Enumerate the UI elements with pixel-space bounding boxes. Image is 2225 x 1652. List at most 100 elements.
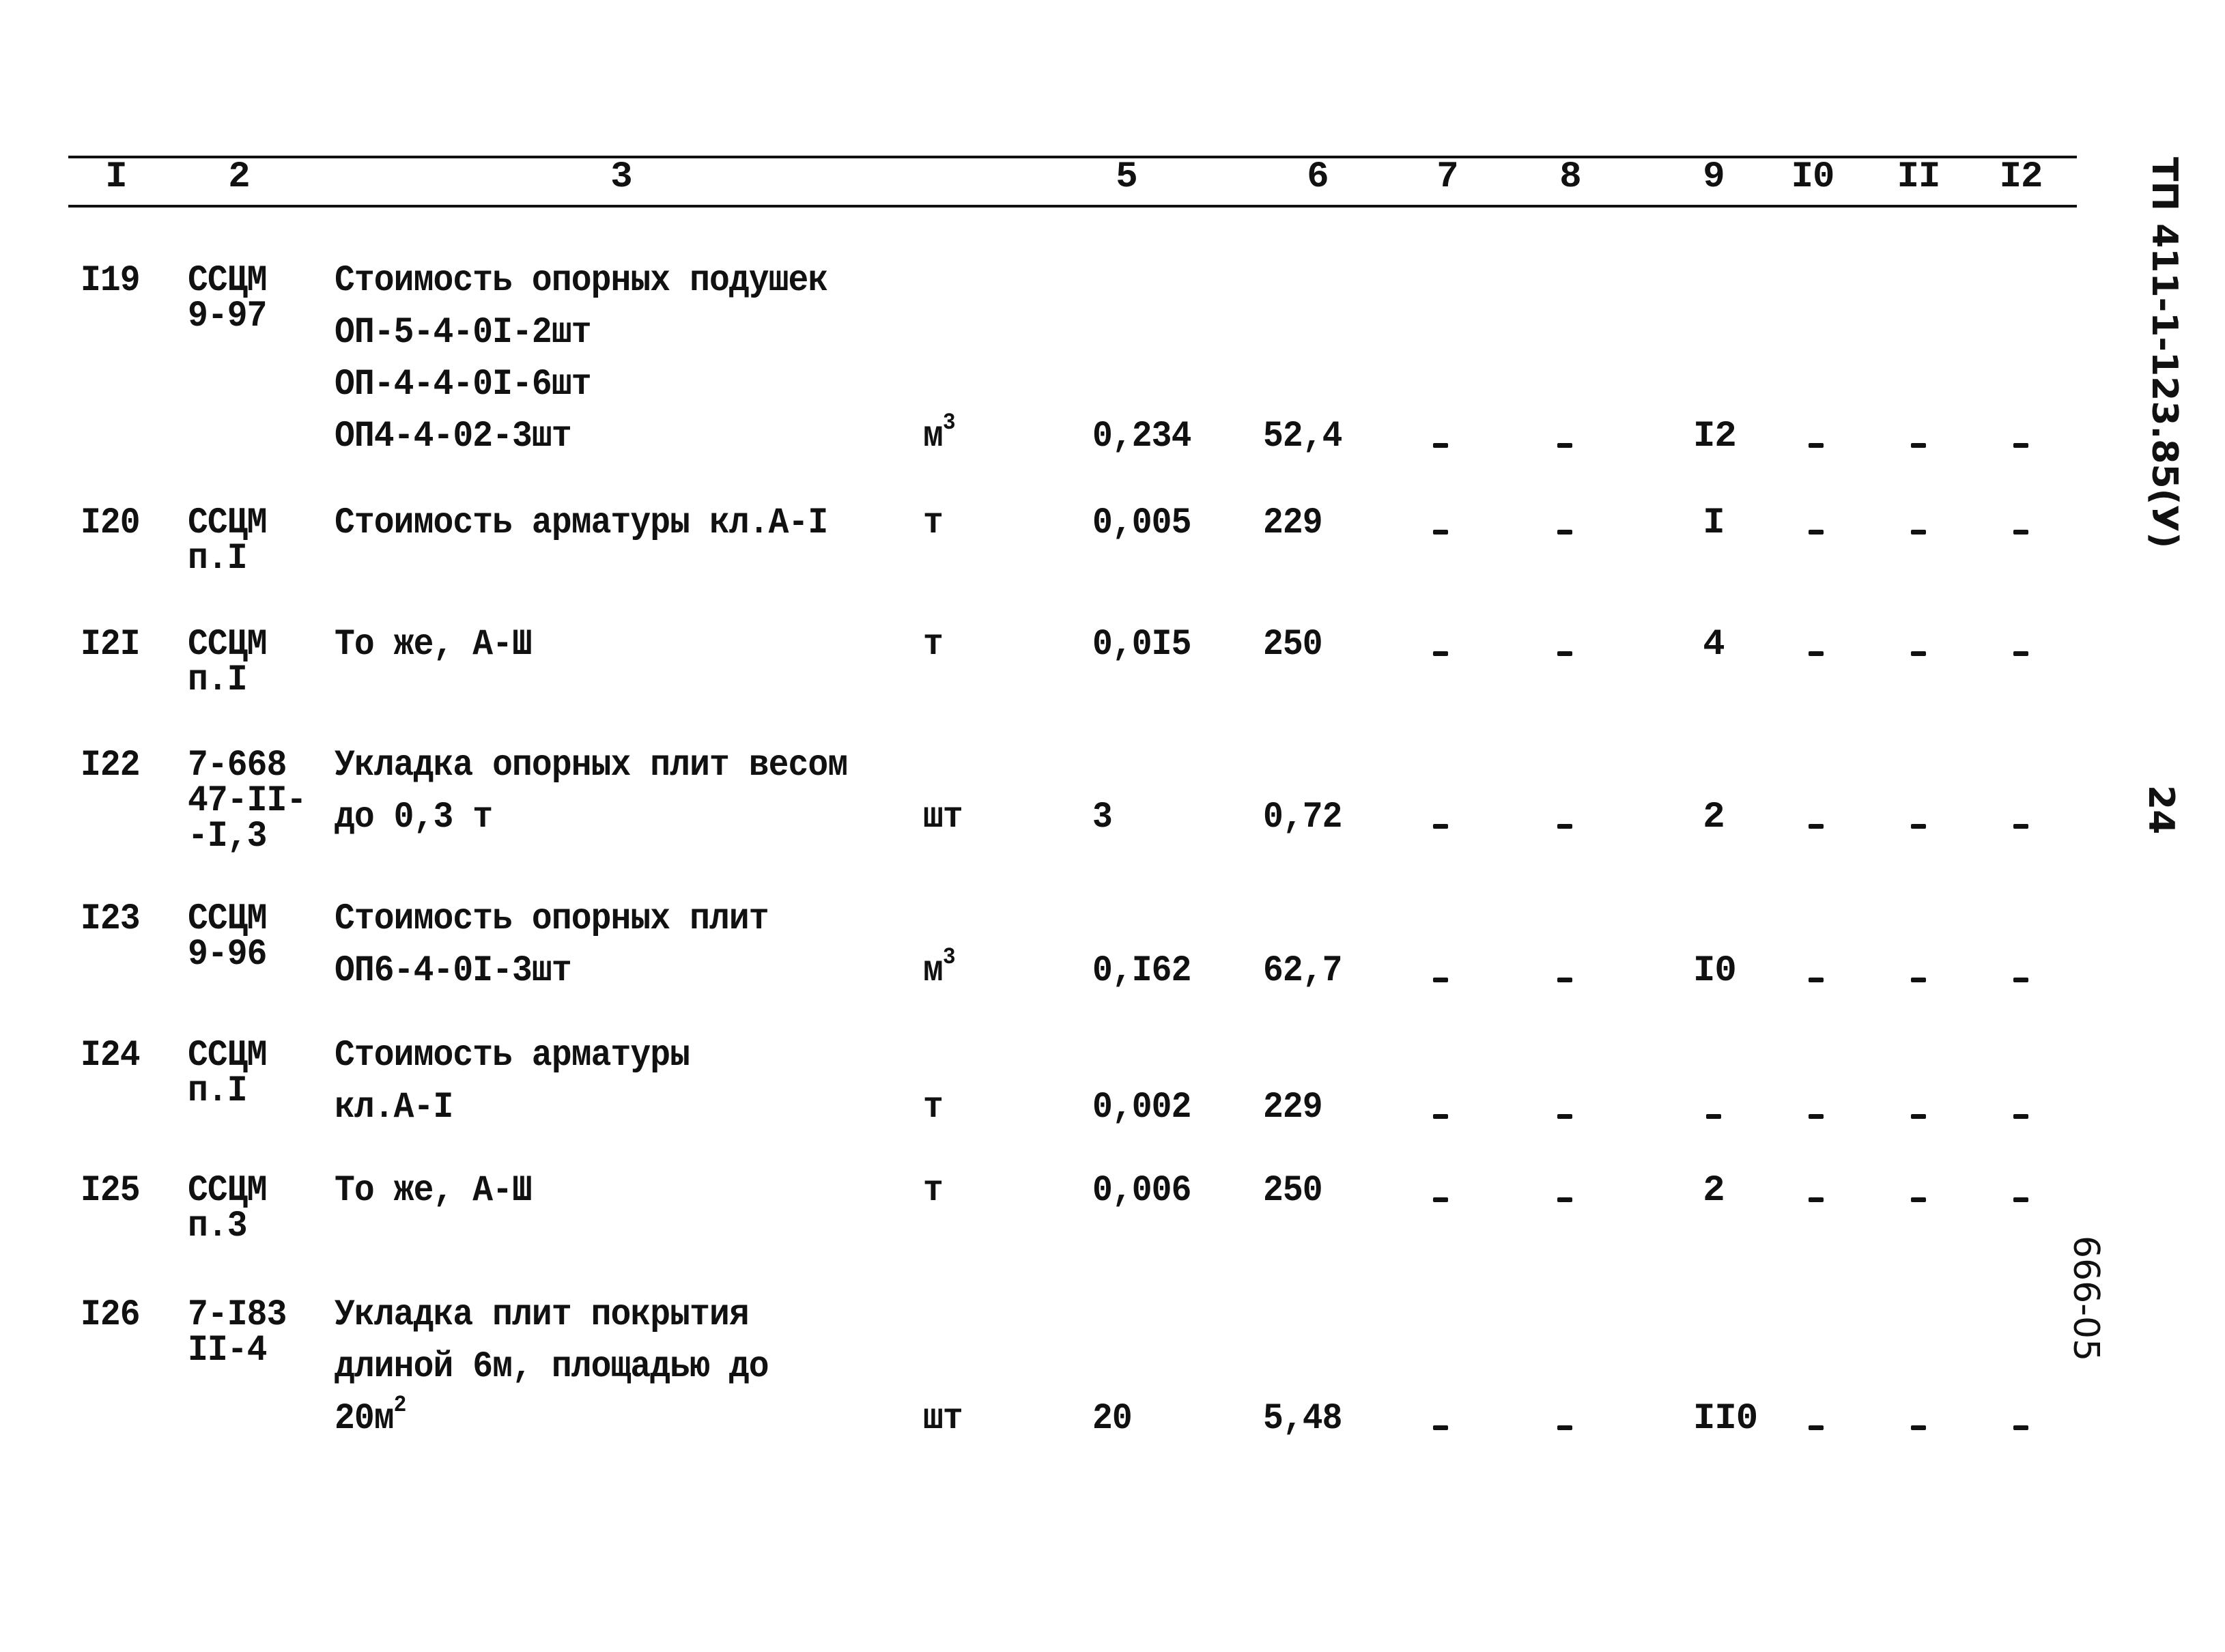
empty-cell-dash xyxy=(2013,443,2028,448)
empty-cell-dash xyxy=(1809,651,1824,656)
row-reference: ССЦМ xyxy=(188,502,267,544)
empty-cell-dash xyxy=(1911,978,1926,982)
row-unit-cost: 229 xyxy=(1263,1087,1323,1128)
row-description: кл.А-I xyxy=(335,1087,453,1128)
empty-cell-dash xyxy=(2013,1114,2028,1119)
row-value-c9: 4 xyxy=(1703,624,1725,666)
row-description: Стоимость арматуры xyxy=(335,1035,690,1077)
row-reference: 47-II- xyxy=(188,780,307,822)
superscript: 3 xyxy=(942,945,956,971)
row-value-c9: II0 xyxy=(1693,1398,1758,1440)
row-number: I26 xyxy=(81,1294,141,1336)
empty-cell-dash xyxy=(1557,651,1572,656)
empty-cell-dash xyxy=(1433,978,1448,982)
row-number: I22 xyxy=(81,745,141,786)
empty-cell-dash xyxy=(1557,530,1572,535)
row-value-c9: 2 xyxy=(1703,1170,1725,1212)
row-reference: ССЦМ xyxy=(188,1170,267,1212)
empty-cell-dash xyxy=(1557,978,1572,982)
row-description: То же, А-Ш xyxy=(335,1170,533,1212)
empty-cell-dash xyxy=(1809,978,1824,982)
row-description: То же, А-Ш xyxy=(335,624,533,666)
row-reference: II-4 xyxy=(188,1330,267,1371)
row-description: Стоимость опорных плит xyxy=(335,898,769,940)
empty-cell-dash xyxy=(1706,1114,1721,1119)
row-description: ОП-5-4-0I-2шт xyxy=(335,312,592,354)
header-col-8: 8 xyxy=(1559,156,1581,198)
empty-cell-dash xyxy=(1911,1114,1926,1119)
row-unit-cost: 62,7 xyxy=(1263,950,1342,992)
row-unit: шт xyxy=(923,1398,963,1440)
empty-cell-dash xyxy=(2013,824,2028,829)
empty-cell-dash xyxy=(2013,1197,2028,1202)
empty-cell-dash xyxy=(1557,1197,1572,1202)
row-unit-cost: 250 xyxy=(1263,1170,1323,1212)
row-value-c9: I0 xyxy=(1693,950,1737,992)
row-description: до 0,3 т xyxy=(335,797,493,838)
empty-cell-dash xyxy=(1911,824,1926,829)
row-quantity: 3 xyxy=(1092,797,1113,838)
row-unit: т xyxy=(923,502,944,544)
row-description: ОП-4-4-0I-6шт xyxy=(335,364,592,405)
row-unit-cost: 229 xyxy=(1263,502,1323,544)
empty-cell-dash xyxy=(1809,1114,1824,1119)
row-unit: т xyxy=(923,1087,944,1128)
row-reference: п.I xyxy=(188,1070,248,1112)
row-reference: 7-668 xyxy=(188,745,287,786)
header-col-5: 5 xyxy=(1116,156,1137,198)
row-reference: ССЦМ xyxy=(188,1035,267,1077)
header-col-3: 3 xyxy=(610,156,632,198)
row-reference: 9-97 xyxy=(188,296,267,337)
row-quantity: 0,006 xyxy=(1092,1170,1191,1212)
header-col-12: I2 xyxy=(1999,156,2043,198)
empty-cell-dash xyxy=(1557,1425,1572,1430)
row-reference: п.I xyxy=(188,659,248,701)
superscript: 3 xyxy=(942,410,956,436)
empty-cell-dash xyxy=(1433,824,1448,829)
empty-cell-dash xyxy=(1433,651,1448,656)
row-number: I20 xyxy=(81,502,141,544)
row-quantity: 0,234 xyxy=(1092,416,1191,457)
row-unit: т xyxy=(923,624,944,666)
header-col-10: I0 xyxy=(1791,156,1835,198)
row-value-c9: I xyxy=(1703,502,1725,544)
row-unit-cost: 5,48 xyxy=(1263,1398,1342,1440)
empty-cell-dash xyxy=(1433,1197,1448,1202)
row-quantity: 0,002 xyxy=(1092,1087,1191,1128)
header-col-11: II xyxy=(1897,156,1941,198)
document-code: ТП 411-1-123.85(У) xyxy=(2144,157,2185,549)
page-number: 24 xyxy=(2140,785,2181,835)
empty-cell-dash xyxy=(1809,443,1824,448)
row-reference: -I,3 xyxy=(188,816,267,857)
header-col-2: 2 xyxy=(228,156,250,198)
row-unit-cost: 52,4 xyxy=(1263,416,1342,457)
row-description: 20м2 xyxy=(335,1393,406,1440)
row-unit: т xyxy=(923,1170,944,1212)
row-reference: ССЦМ xyxy=(188,260,267,302)
row-reference: ССЦМ xyxy=(188,624,267,666)
empty-cell-dash xyxy=(2013,651,2028,656)
empty-cell-dash xyxy=(2013,530,2028,535)
row-description: Стоимость арматуры кл.А-I xyxy=(335,502,828,544)
row-reference: 7-I83 xyxy=(188,1294,287,1336)
row-unit: м3 xyxy=(923,945,956,992)
row-value-c9: I2 xyxy=(1693,416,1737,457)
row-description: Стоимость опорных подушек xyxy=(335,260,828,302)
empty-cell-dash xyxy=(1809,1197,1824,1202)
header-col-7: 7 xyxy=(1436,156,1458,198)
empty-cell-dash xyxy=(1433,443,1448,448)
superscript: 2 xyxy=(393,1393,407,1419)
row-unit-cost: 250 xyxy=(1263,624,1323,666)
empty-cell-dash xyxy=(1911,1197,1926,1202)
row-value-c9: 2 xyxy=(1703,797,1725,838)
empty-cell-dash xyxy=(1557,443,1572,448)
row-number: I25 xyxy=(81,1170,141,1212)
empty-cell-dash xyxy=(1433,530,1448,535)
row-quantity: 0,0I5 xyxy=(1092,624,1191,666)
row-unit: м3 xyxy=(923,410,956,457)
empty-cell-dash xyxy=(1809,1425,1824,1430)
row-reference: 9-96 xyxy=(188,934,267,975)
row-quantity: 20 xyxy=(1092,1398,1133,1440)
header-bottom-rule xyxy=(68,205,2077,208)
header-col-9: 9 xyxy=(1703,156,1725,198)
